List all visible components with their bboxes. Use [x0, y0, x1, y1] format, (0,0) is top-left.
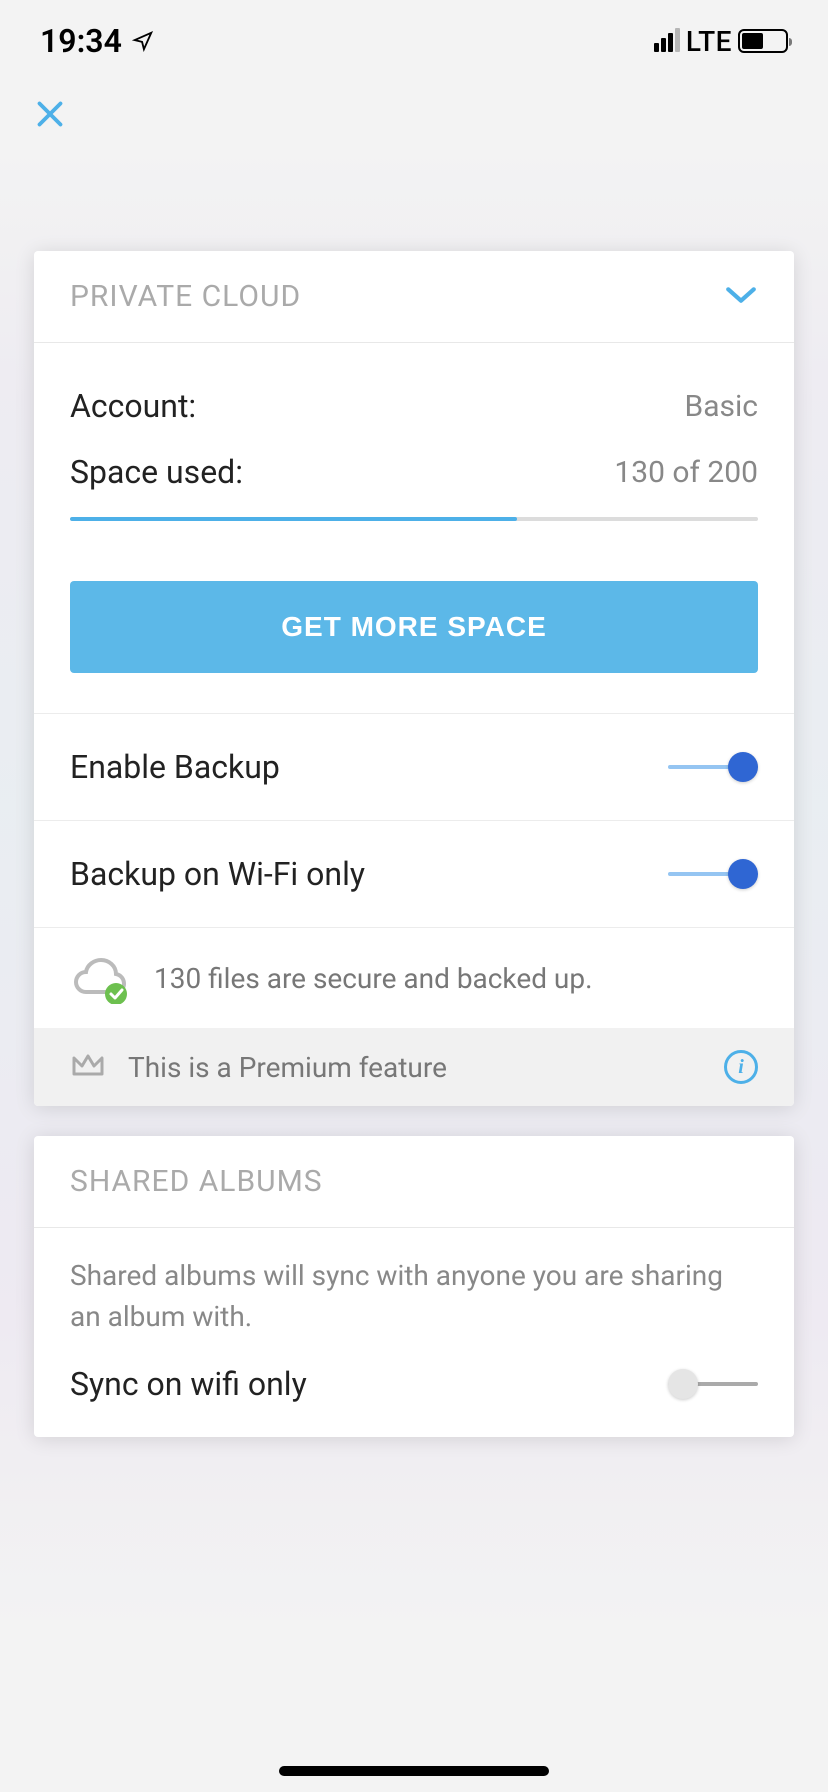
sync-wifi-only-toggle[interactable]: [668, 1369, 758, 1399]
backup-status-text: 130 files are secure and backed up.: [154, 962, 592, 995]
space-used-label: Space used:: [70, 453, 243, 491]
signal-icon: [654, 30, 680, 52]
account-value: Basic: [685, 389, 759, 424]
get-more-space-button[interactable]: GET MORE SPACE: [70, 581, 758, 673]
status-bar: 19:34 LTE: [0, 0, 828, 72]
space-progress: [70, 517, 758, 521]
network-type: LTE: [686, 25, 732, 58]
location-icon: [132, 22, 154, 60]
close-button[interactable]: [30, 94, 70, 134]
cloud-check-icon: [70, 956, 126, 1000]
shared-albums-description: Shared albums will sync with anyone you …: [34, 1228, 794, 1353]
sync-wifi-only-label: Sync on wifi only: [70, 1365, 307, 1403]
premium-row: This is a Premium feature i: [34, 1028, 794, 1106]
crown-icon: [70, 1050, 106, 1084]
account-label: Account:: [70, 387, 196, 425]
status-time: 19:34: [40, 22, 122, 60]
backup-wifi-only-toggle[interactable]: [668, 859, 758, 889]
home-indicator[interactable]: [279, 1766, 549, 1776]
premium-text: This is a Premium feature: [128, 1051, 702, 1084]
private-cloud-card: PRIVATE CLOUD Account: Basic Space used:…: [34, 251, 794, 1106]
enable-backup-toggle[interactable]: [668, 752, 758, 782]
chevron-down-icon: [724, 284, 758, 310]
private-cloud-title: PRIVATE CLOUD: [70, 279, 301, 314]
backup-wifi-only-row: Backup on Wi-Fi only: [34, 820, 794, 927]
shared-albums-title: SHARED ALBUMS: [70, 1164, 323, 1199]
enable-backup-row: Enable Backup: [34, 713, 794, 820]
backup-status-row: 130 files are secure and backed up.: [34, 927, 794, 1028]
info-button[interactable]: i: [724, 1050, 758, 1084]
battery-icon: [738, 29, 788, 53]
private-cloud-header[interactable]: PRIVATE CLOUD: [34, 251, 794, 343]
sync-wifi-only-row: Sync on wifi only: [34, 1353, 794, 1437]
space-used-value: 130 of 200: [614, 455, 758, 490]
enable-backup-label: Enable Backup: [70, 748, 280, 786]
shared-albums-header: SHARED ALBUMS: [34, 1136, 794, 1228]
close-icon: [32, 96, 68, 132]
shared-albums-card: SHARED ALBUMS Shared albums will sync wi…: [34, 1136, 794, 1437]
backup-wifi-only-label: Backup on Wi-Fi only: [70, 855, 365, 893]
